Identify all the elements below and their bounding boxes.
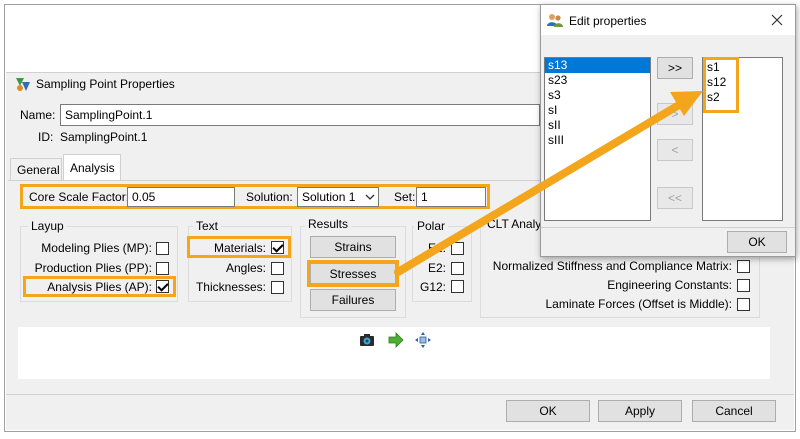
materials-label: Materials:	[213, 241, 266, 255]
list-item[interactable]: s23	[545, 73, 650, 88]
fit-view-icon[interactable]	[415, 332, 431, 348]
modeling-plies-label: Modeling Plies (MP):	[41, 241, 152, 255]
solution-label: Solution:	[246, 190, 293, 204]
cancel-button[interactable]: Cancel	[692, 400, 776, 422]
e1-checkbox[interactable]	[451, 242, 464, 255]
chevron-down-icon	[364, 191, 376, 206]
solution-select[interactable]: Solution 1	[297, 187, 379, 207]
core-scale-input[interactable]: 0.05	[127, 187, 235, 207]
add-all-button[interactable]: >>	[657, 57, 693, 79]
layup-group-title: Layup	[28, 218, 67, 234]
stresses-button[interactable]: Stresses	[310, 263, 396, 284]
list-item[interactable]: s1	[704, 60, 720, 75]
forward-arrow-icon[interactable]	[388, 332, 404, 348]
laminate-forces-label: Laminate Forces (Offset is Middle):	[545, 297, 732, 311]
dialog-ok-button[interactable]: OK	[727, 231, 787, 253]
thicknesses-label: Thicknesses:	[195, 280, 266, 294]
production-plies-label: Production Plies (PP):	[34, 261, 152, 275]
list-item[interactable]: sI	[545, 103, 650, 118]
failures-button[interactable]: Failures	[310, 289, 396, 311]
set-label: Set:	[394, 190, 416, 204]
production-plies-checkbox[interactable]	[156, 262, 169, 275]
name-label: Name:	[20, 108, 56, 122]
angles-checkbox[interactable]	[271, 262, 284, 275]
angles-label: Angles:	[225, 261, 266, 275]
available-properties-list[interactable]: s13 s23 s3 sI sII sIII	[544, 57, 651, 221]
name-input-value: SamplingPoint.1	[65, 108, 153, 122]
core-scale-label: Core Scale Factor:	[29, 190, 130, 204]
set-input[interactable]: 1	[416, 187, 486, 207]
modeling-plies-checkbox[interactable]	[156, 242, 169, 255]
ok-button[interactable]: OK	[506, 400, 590, 422]
list-item[interactable]: sII	[545, 118, 650, 133]
analysis-plies-label: Analysis Plies (AP):	[47, 280, 152, 294]
remove-button[interactable]: <	[657, 139, 693, 161]
set-value: 1	[421, 190, 428, 204]
list-item[interactable]: s3	[545, 88, 650, 103]
close-icon[interactable]	[770, 13, 784, 27]
id-label: ID:	[38, 130, 54, 144]
normalized-stiffness-checkbox[interactable]	[737, 260, 750, 273]
list-item[interactable]: sIII	[545, 133, 650, 148]
tab-general-label: General	[17, 163, 60, 177]
polar-group-title: Polar	[414, 218, 449, 234]
name-input[interactable]: SamplingPoint.1	[60, 104, 540, 126]
camera-icon[interactable]	[359, 332, 375, 348]
analysis-plies-checkbox[interactable]	[156, 280, 169, 293]
users-icon	[547, 12, 563, 28]
normalized-stiffness-label: Normalized Stiffness and Compliance Matr…	[492, 259, 732, 273]
id-value: SamplingPoint.1	[60, 130, 148, 144]
e2-checkbox[interactable]	[451, 262, 464, 275]
app-icon	[15, 76, 31, 92]
e1-label: E1:	[427, 241, 446, 255]
strains-button[interactable]: Strains	[310, 236, 396, 258]
dialog-title-bar: Edit properties	[541, 5, 795, 35]
laminate-forces-checkbox[interactable]	[737, 298, 750, 311]
list-item[interactable]: s2	[704, 90, 720, 105]
materials-checkbox[interactable]	[271, 241, 284, 254]
e2-label: E2:	[427, 261, 446, 275]
dialog-separator	[541, 227, 795, 228]
g12-checkbox[interactable]	[451, 280, 464, 293]
edit-properties-dialog: Edit properties s13 s23 s3 sI sII sIII >…	[540, 4, 796, 257]
g12-label: G12:	[419, 280, 446, 294]
tab-analysis-label: Analysis	[70, 161, 115, 175]
solution-value: Solution 1	[302, 190, 356, 204]
remove-all-button[interactable]: <<	[657, 187, 693, 209]
footer-bar	[6, 394, 794, 395]
dialog-title: Edit properties	[569, 14, 647, 28]
tab-analysis[interactable]: Analysis	[63, 154, 121, 181]
list-item[interactable]: s13	[545, 58, 650, 73]
apply-button[interactable]: Apply	[598, 400, 682, 422]
results-group-title: Results	[305, 216, 352, 232]
engineering-constants-label: Engineering Constants:	[607, 278, 732, 292]
list-item[interactable]: s12	[704, 75, 726, 90]
engineering-constants-checkbox[interactable]	[737, 279, 750, 292]
core-scale-value: 0.05	[132, 190, 156, 204]
thicknesses-checkbox[interactable]	[271, 281, 284, 294]
window-title: Sampling Point Properties	[36, 77, 175, 91]
text-group-title: Text	[193, 218, 222, 234]
add-button[interactable]: >	[657, 103, 693, 125]
tab-general[interactable]: General	[10, 158, 62, 180]
